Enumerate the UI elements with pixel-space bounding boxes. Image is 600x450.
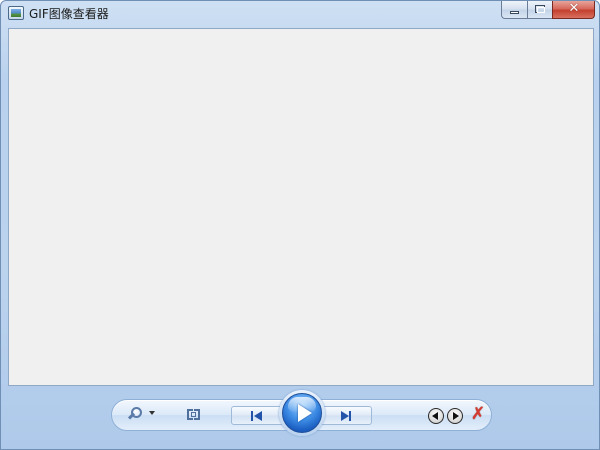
zoom-button[interactable] [127, 405, 159, 425]
rotate-clockwise-button[interactable] [447, 408, 463, 424]
title-bar[interactable]: GIF图像查看器 ✕ [1, 1, 599, 27]
delete-button[interactable]: ✗ [470, 404, 486, 424]
app-window: GIF图像查看器 ✕ ✗ [0, 0, 600, 450]
rotate-counterclockwise-icon [432, 412, 438, 420]
maximize-icon [535, 5, 545, 13]
previous-button[interactable] [249, 409, 265, 423]
minimize-icon [510, 11, 519, 14]
play-icon [298, 404, 312, 422]
next-bar-icon [349, 411, 351, 421]
image-display-area[interactable] [8, 28, 594, 386]
rotate-counterclockwise-button[interactable] [428, 408, 444, 424]
close-icon: ✕ [568, 1, 580, 16]
next-button[interactable] [339, 409, 355, 423]
next-icon [341, 411, 349, 421]
caption-buttons: ✕ [501, 1, 595, 20]
delete-icon: ✗ [470, 404, 486, 424]
window-title: GIF图像查看器 [29, 7, 109, 21]
image-viewer-app-icon[interactable] [8, 6, 24, 20]
viewer-control-bar: ✗ [111, 390, 492, 436]
close-button[interactable]: ✕ [552, 1, 595, 19]
previous-icon [254, 411, 262, 421]
minimize-button[interactable] [501, 1, 527, 19]
dropdown-arrow-icon[interactable] [149, 411, 155, 415]
maximize-button[interactable] [527, 1, 552, 19]
actual-size-icon [187, 409, 200, 420]
play-button-ring [279, 390, 325, 436]
play-button[interactable] [282, 393, 322, 433]
actual-size-button[interactable] [184, 405, 204, 425]
previous-bar-icon [251, 411, 253, 421]
rotate-clockwise-icon [453, 412, 459, 420]
